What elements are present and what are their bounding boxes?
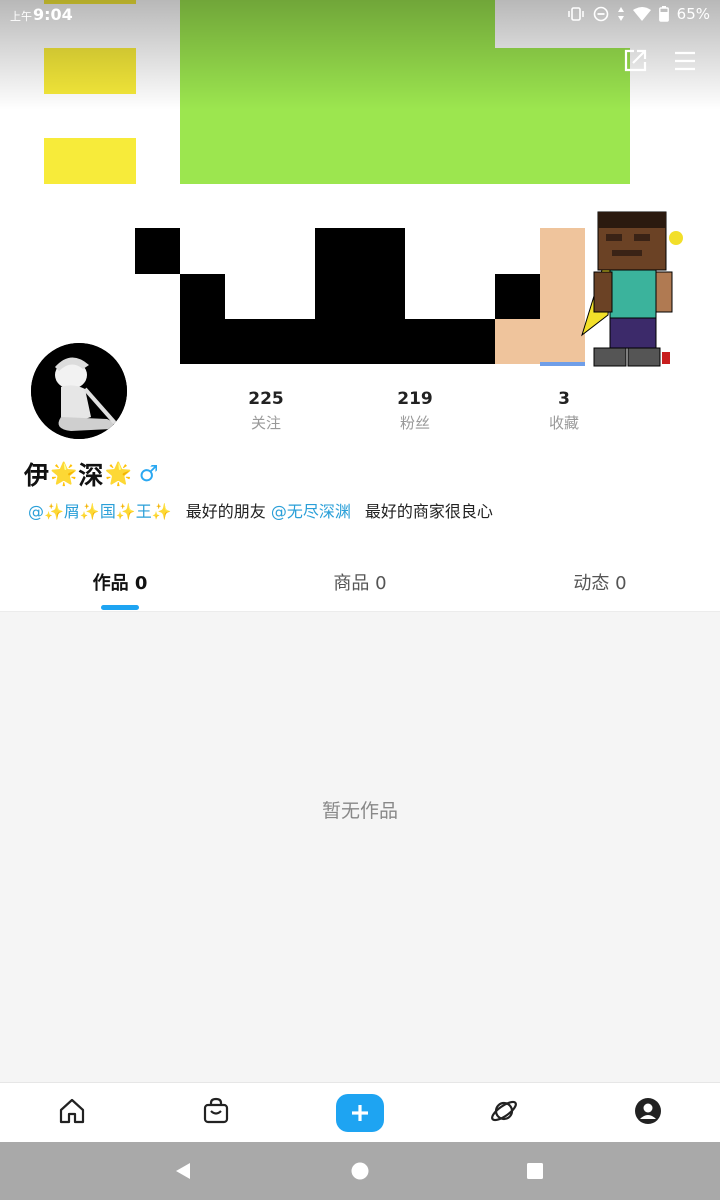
stat-favorites[interactable]: 3 收藏 — [504, 388, 624, 436]
stat-followers[interactable]: 219 粉丝 — [355, 388, 475, 436]
followers-count: 219 — [397, 389, 433, 409]
banner-black-block-5 — [405, 319, 495, 364]
status-time: 上午9:04 — [10, 5, 73, 24]
vibrate-icon — [567, 6, 585, 22]
tab-products-label: 商品 0 — [333, 573, 387, 594]
share-icon[interactable] — [622, 48, 648, 74]
status-icons: 65% — [567, 5, 710, 23]
banner-black-block-3 — [225, 319, 315, 364]
home-circle-icon[interactable] — [345, 1156, 375, 1186]
tab-products[interactable]: 商品 0 — [240, 556, 480, 612]
bio-mention-2[interactable]: @无尽深渊 — [271, 502, 351, 521]
star-emoji-1: 🌟 — [50, 461, 78, 487]
header-actions — [622, 48, 698, 74]
status-bar: 上午9:04 65% — [0, 0, 720, 32]
works-content: 暂无作品 — [0, 612, 720, 1082]
banner-yellow-block-1 — [44, 48, 136, 94]
active-tab-indicator — [101, 605, 139, 610]
status-clock: 9:04 — [33, 5, 73, 24]
profile-icon — [633, 1096, 663, 1130]
username-part-2: 深 — [78, 461, 104, 490]
menu-icon[interactable] — [672, 48, 698, 74]
explore-planet-icon — [489, 1096, 519, 1130]
favorites-label: 收藏 — [548, 414, 579, 432]
tab-activity[interactable]: 动态 0 — [480, 556, 720, 612]
bio-mention-1[interactable]: @✨屑✨国✨王✨ — [28, 502, 172, 521]
status-ampm: 上午 — [10, 10, 32, 23]
username-part-1: 伊 — [24, 461, 50, 490]
banner-black-block-6 — [495, 274, 540, 319]
create-plus-icon — [336, 1094, 384, 1132]
banner-black-block-2 — [180, 274, 225, 364]
nav-profile[interactable] — [576, 1083, 720, 1143]
banner-black-block-4 — [315, 228, 405, 364]
stat-following[interactable]: 225 关注 — [206, 388, 326, 436]
dnd-icon — [593, 6, 609, 22]
recents-icon[interactable] — [520, 1156, 550, 1186]
bottom-nav — [0, 1082, 720, 1142]
wifi-icon — [632, 6, 651, 22]
bio-text-2: 最好的商家很良心 — [364, 502, 493, 521]
shop-bag-icon — [201, 1096, 231, 1130]
followers-label: 粉丝 — [399, 414, 430, 432]
following-count: 225 — [248, 389, 284, 409]
data-arrows-icon — [617, 6, 625, 22]
tab-activity-label: 动态 0 — [573, 573, 627, 594]
star-emoji-2: 🌟 — [104, 461, 132, 487]
empty-state-text: 暂无作品 — [321, 800, 398, 822]
banner-black-block-1 — [135, 228, 180, 274]
back-icon[interactable] — [168, 1156, 198, 1186]
battery-percent: 65% — [676, 5, 710, 23]
tab-works[interactable]: 作品 0 — [0, 556, 240, 612]
nav-create[interactable] — [288, 1083, 432, 1143]
nav-explore[interactable] — [432, 1083, 576, 1143]
following-label: 关注 — [250, 414, 281, 432]
favorites-count: 3 — [558, 389, 570, 409]
bio: @✨屑✨国✨王✨ 最好的朋友 @无尽深渊 最好的商家很良心 — [28, 498, 493, 522]
nav-shop[interactable] — [144, 1083, 288, 1143]
banner-yellow-block-2 — [44, 138, 136, 184]
character-sticker — [581, 211, 683, 367]
battery-icon — [658, 6, 669, 22]
content-tabs: 作品 0 商品 0 动态 0 — [0, 556, 720, 612]
home-icon — [57, 1096, 87, 1130]
username: 伊 🌟 深 🌟 ♂ — [24, 456, 159, 492]
gender-male-icon: ♂ — [138, 461, 159, 487]
bio-text-1: 最好的朋友 — [185, 502, 266, 521]
system-nav-bar — [0, 1142, 720, 1200]
tab-works-label: 作品 0 — [92, 573, 148, 594]
avatar[interactable] — [28, 340, 130, 442]
nav-home[interactable] — [0, 1083, 144, 1143]
profile-banner[interactable] — [0, 0, 720, 380]
